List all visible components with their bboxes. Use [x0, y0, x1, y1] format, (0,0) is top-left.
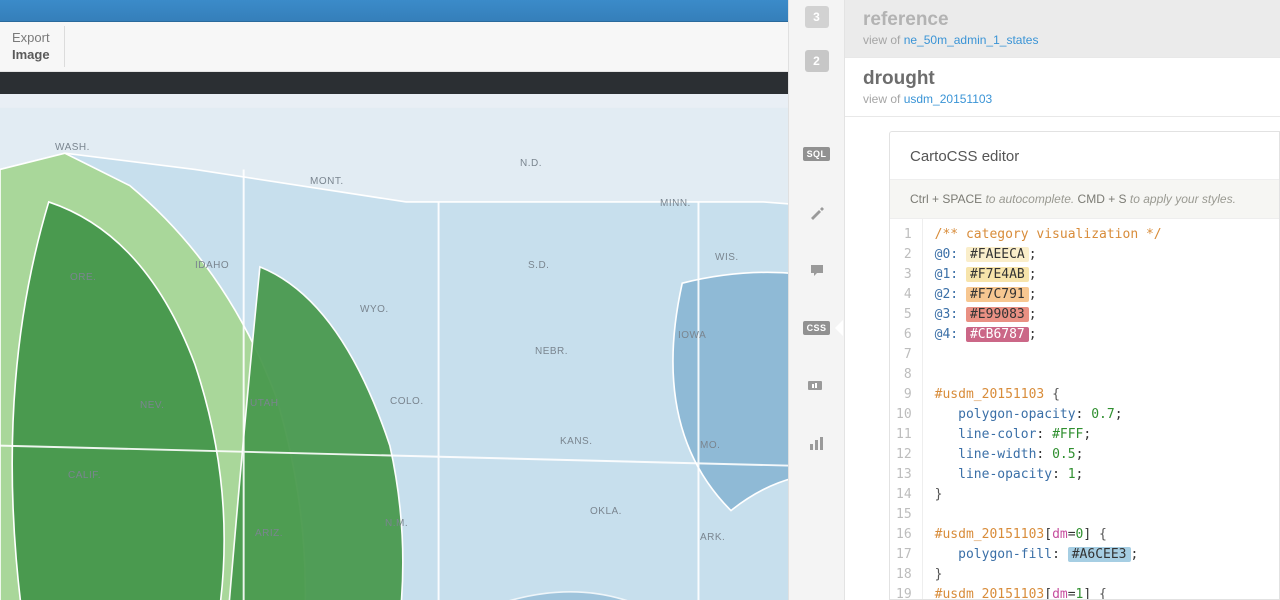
layer-reference-title: reference [863, 9, 1262, 31]
wizard-icon [809, 204, 825, 220]
editor-hint: Ctrl + SPACE to autocomplete. CMD + S to… [890, 180, 1279, 219]
side-main: Add layer reference view of ne_50m_admin… [845, 0, 1280, 600]
layer-reference-dataset-link[interactable]: ne_50m_admin_1_states [904, 33, 1039, 47]
state-label: MINN. [660, 198, 691, 209]
layer-reference-row[interactable]: reference view of ne_50m_admin_1_states [845, 0, 1280, 58]
state-label: COLO. [390, 396, 424, 407]
export-button[interactable]: Export Image [12, 26, 65, 67]
layer-drought-dataset-link[interactable]: usdm_20151103 [904, 92, 993, 106]
state-label: NEV. [140, 400, 164, 411]
tool-filters[interactable] [802, 432, 832, 456]
state-label: ORE. [70, 272, 96, 283]
state-label: ARK. [700, 532, 725, 543]
css-icon: CSS [803, 321, 831, 335]
state-label: IDAHO [195, 260, 229, 271]
side-panel: + 3 2 SQL CSS Add layer reference view o… [788, 0, 1280, 600]
tool-infowindow[interactable] [802, 258, 832, 282]
state-label: MO. [700, 440, 720, 451]
cartocss-editor: CartoCSS editor Ctrl + SPACE to autocomp… [889, 131, 1280, 600]
bars-icon [809, 437, 825, 451]
sql-icon: SQL [803, 147, 831, 161]
layer-reference-sub: view of ne_50m_admin_1_states [863, 33, 1262, 47]
tool-wizard[interactable] [802, 200, 832, 224]
state-label: CALIF. [68, 470, 101, 481]
state-label: N.M. [385, 518, 408, 529]
chat-icon [809, 262, 825, 278]
state-label: MONT. [310, 176, 344, 187]
state-label: UTAH [250, 398, 278, 409]
layer-badge-3[interactable]: 3 [805, 6, 829, 28]
state-label: WASH. [55, 142, 90, 153]
export-label: Export [12, 30, 50, 46]
code-gutter: 123456789101112131415161718192021222324 [890, 219, 923, 599]
state-label: NEBR. [535, 346, 568, 357]
code-content[interactable]: /** category visualization */ @0: #FAEEC… [923, 219, 1174, 599]
side-rail: + 3 2 SQL CSS [789, 0, 845, 600]
legend-icon [808, 379, 826, 393]
code-area[interactable]: 123456789101112131415161718192021222324 … [890, 219, 1279, 599]
state-label: S.D. [528, 260, 549, 271]
export-sublabel: Image [12, 47, 50, 63]
state-label: WIS. [715, 252, 739, 263]
layer-drought-title: drought [863, 68, 1262, 90]
state-label: N.D. [520, 158, 542, 169]
state-label: WYO. [360, 304, 389, 315]
state-label: ARIZ. [255, 528, 283, 539]
tool-css[interactable]: CSS [802, 316, 832, 340]
state-label: KANS. [560, 436, 593, 447]
layer-drought-sub: view of usdm_20151103 [863, 92, 1262, 106]
tool-legends[interactable] [802, 374, 832, 398]
tool-sql[interactable]: SQL [802, 142, 832, 166]
editor-title: CartoCSS editor [890, 132, 1279, 180]
layer-drought-row[interactable]: drought view of usdm_20151103 [845, 58, 1280, 117]
state-label: IOWA [678, 330, 706, 341]
layer-badge-2[interactable]: 2 [805, 50, 829, 72]
state-label: OKLA. [590, 506, 622, 517]
